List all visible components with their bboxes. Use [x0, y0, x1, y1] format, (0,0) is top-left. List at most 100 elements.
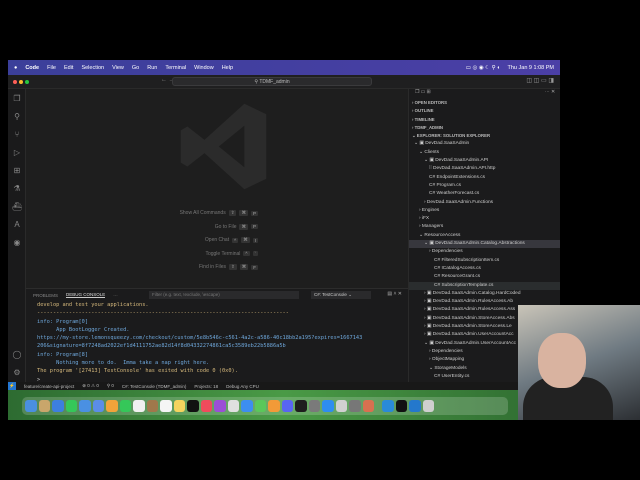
dock-app-icon[interactable] — [422, 400, 434, 412]
dock-app-icon[interactable] — [119, 400, 131, 412]
panel-actions[interactable]: ▤ ˄ ✕ — [387, 291, 402, 297]
menu-view[interactable]: View — [112, 65, 124, 71]
menu-go[interactable]: Go — [132, 65, 139, 71]
dock-app-icon[interactable] — [133, 400, 145, 412]
dock-app-icon[interactable] — [160, 400, 172, 412]
dock-app-icon[interactable] — [52, 400, 64, 412]
shortcut-hint[interactable]: Find in Files ⇧ ⌘ F — [156, 264, 258, 270]
remote-icon[interactable]: ⚡ — [8, 382, 16, 390]
dock-app-icon[interactable] — [241, 400, 253, 412]
tree-item[interactable]: C# ICatalogAccess.cs — [409, 265, 560, 273]
account-icon[interactable]: ◯ — [8, 345, 26, 363]
tree-item[interactable]: C# ResourceGrant.cs — [409, 273, 560, 281]
shortcut-hint[interactable]: Open Chat ^ ⌘ I — [156, 237, 258, 243]
tab-problems[interactable]: PROBLEMS — [33, 293, 58, 298]
shortcut-hint[interactable]: Show All Commands ⇧ ⌘ P — [156, 210, 258, 216]
branch-status[interactable]: feature/create-api-project — [24, 384, 74, 389]
tab-debug-console[interactable]: DEBUG CONSOLE — [66, 292, 106, 298]
dock-app-icon[interactable] — [322, 400, 334, 412]
menu-code[interactable]: Code — [25, 65, 39, 71]
dock-app-icon[interactable] — [187, 400, 199, 412]
dock-app-icon[interactable] — [65, 400, 77, 412]
build-config-status[interactable]: Debug Any CPU — [226, 384, 259, 389]
tree-item[interactable]: ⌄ ▣ DevDad.SaaSAdmin — [409, 140, 560, 148]
debug-config-select[interactable]: C#: TestConsole ⌄ — [311, 291, 371, 299]
dock-app-icon[interactable] — [227, 400, 239, 412]
apple-icon[interactable]: ● — [14, 65, 17, 71]
menu-help[interactable]: Help — [222, 65, 233, 71]
dock-app-icon[interactable] — [335, 400, 347, 412]
azure-icon[interactable]: A — [8, 215, 26, 233]
dock-app-icon[interactable] — [173, 400, 185, 412]
close-window-button[interactable] — [13, 80, 17, 84]
dock-app-icon[interactable] — [349, 400, 361, 412]
testing-icon[interactable]: ⚗ — [8, 179, 26, 197]
dock-app-icon[interactable] — [146, 400, 158, 412]
sidebar-section-3[interactable]: › TDMF_ADMIN — [409, 124, 560, 132]
copilot-icon[interactable]: ◉ — [8, 233, 26, 251]
sidebar-header-icons[interactable]: ❐ ▭ ⊞ ··· ✕ — [409, 89, 560, 99]
sidebar-section-1[interactable]: › OUTLINE — [409, 107, 560, 115]
layout-toggle-icons[interactable]: ◫ ◫ ▭ ◨ — [526, 77, 554, 84]
run-debug-icon[interactable]: ▷ — [8, 143, 26, 161]
menu-window[interactable]: Window — [194, 65, 214, 71]
tree-item[interactable]: › iFX — [409, 215, 560, 223]
tree-item[interactable]: ⌄ ▣ DevDad.SaaSAdmin.API — [409, 157, 560, 165]
menu-file[interactable]: File — [47, 65, 56, 71]
extensions-icon[interactable]: ⊞ — [8, 161, 26, 179]
projects-status[interactable]: Projects: 18 — [194, 384, 218, 389]
dock-app-icon[interactable] — [92, 400, 104, 412]
command-center-search[interactable]: ⚲ TDMF_admin — [172, 77, 372, 86]
zoom-window-button[interactable] — [25, 80, 29, 84]
tree-item[interactable]: C# WeatherForecast.cs — [409, 190, 560, 198]
tree-item[interactable]: › Managers — [409, 223, 560, 231]
tree-item[interactable]: ⌄ ResourceAccess — [409, 232, 560, 240]
tree-item[interactable]: C# SubscriptionTemplate.cs — [409, 281, 560, 290]
menu-edit[interactable]: Edit — [64, 65, 73, 71]
dock-app-icon[interactable] — [79, 400, 91, 412]
sidebar-section-4[interactable]: ⌄ EXPLORER: SOLUTION EXPLORER — [409, 132, 560, 140]
problems-status[interactable]: ⊗ 0 ⚠ 0 — [82, 383, 99, 389]
menu-run[interactable]: Run — [147, 65, 157, 71]
sidebar-section-2[interactable]: › TIMELINE — [409, 116, 560, 124]
dock-app-icon[interactable] — [200, 400, 212, 412]
menu-selection[interactable]: Selection — [81, 65, 104, 71]
dock-app-icon[interactable] — [395, 400, 407, 412]
shortcut-hint[interactable]: Toggle Terminal ^ ` — [156, 251, 258, 257]
tree-item[interactable]: › Dependencies — [409, 248, 560, 256]
tree-item[interactable]: ⌄ ▣ DevDad.SaaSAdmin.Catalog.Abstraction… — [409, 240, 560, 249]
dock-app-icon[interactable] — [254, 400, 266, 412]
status-icons[interactable]: ▭ ◎ ◉ ☾ ⚲ ◐ — [466, 65, 501, 71]
dock-app-icon[interactable] — [214, 400, 226, 412]
more-tabs-button[interactable]: ··· — [113, 293, 118, 298]
source-control-icon[interactable]: ⑂ — [8, 125, 26, 143]
ports-status[interactable]: ⚲ 0 — [107, 383, 114, 389]
tree-item[interactable]: › ▣ DevDad.SaaSAdmin.Catalog.HardCoded — [409, 290, 560, 298]
menu-terminal[interactable]: Terminal — [165, 65, 186, 71]
shortcut-hint[interactable]: Go to File ⌘ P — [156, 223, 258, 230]
dock-app-icon[interactable] — [25, 400, 37, 412]
console-filter-input[interactable]: Filter (e.g. text, !exclude, \escape) — [149, 291, 299, 299]
clock[interactable]: Thu Jan 9 1:08 PM — [508, 65, 554, 71]
dock-app-icon[interactable] — [281, 400, 293, 412]
dock-app-icon[interactable] — [308, 400, 320, 412]
tree-item[interactable]: › DevDad.SaaSAdmin.Functions — [409, 199, 560, 207]
dock-app-icon[interactable] — [382, 400, 394, 412]
dock-app-icon[interactable] — [362, 400, 374, 412]
dock-app-icon[interactable] — [295, 400, 307, 412]
tree-item[interactable]: C# FilteredSubscriptionItem.cs — [409, 257, 560, 265]
tree-item[interactable]: C# Program.cs — [409, 182, 560, 190]
dock-app-icon[interactable] — [409, 400, 421, 412]
minimize-window-button[interactable] — [19, 80, 23, 84]
dock-app-icon[interactable] — [38, 400, 50, 412]
dock-app-icon[interactable] — [106, 400, 118, 412]
docker-icon[interactable]: ⛴ — [8, 197, 26, 215]
tree-item[interactable]: › Engines — [409, 207, 560, 215]
dock-app-icon[interactable] — [268, 400, 280, 412]
settings-gear-icon[interactable]: ⚙ — [8, 363, 26, 381]
tree-item[interactable]: ⁞⁞ DevDad.SaaSAdmin.API.http — [409, 165, 560, 173]
tree-item[interactable]: ⌄ Clients — [409, 149, 560, 157]
sidebar-section-0[interactable]: › OPEN EDITORS — [409, 99, 560, 107]
search-icon[interactable]: ⚲ — [8, 107, 26, 125]
debug-target-status[interactable]: C#: TestConsole (TDMF_admin) — [122, 384, 186, 389]
